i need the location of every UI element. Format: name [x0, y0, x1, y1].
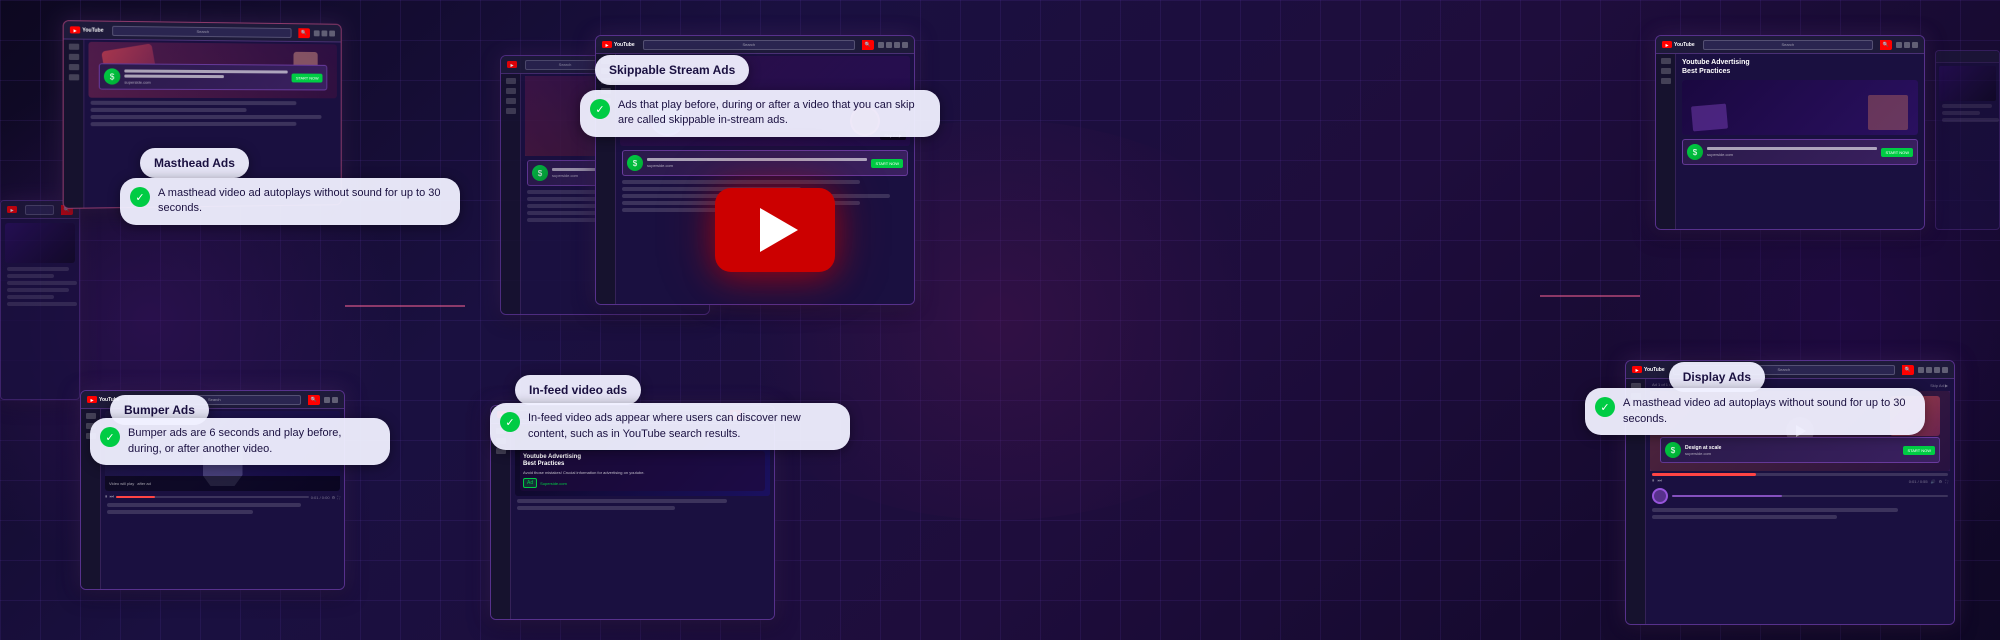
- infeed-title-bubble: In-feed video ads: [515, 375, 641, 405]
- skippable-check-icon: ✓: [590, 99, 610, 119]
- skippable-description: Ads that play before, during or after a …: [618, 98, 926, 129]
- infeed-title: In-feed video ads: [529, 383, 627, 397]
- start-now-btn[interactable]: START NOW: [292, 73, 323, 82]
- skippable-desc-bubble: ✓ Ads that play before, during or after …: [580, 90, 940, 137]
- bumper-check-icon: ✓: [100, 427, 120, 447]
- connect-line-2: [1540, 295, 1640, 297]
- yt-logo-text: YouTube: [82, 27, 103, 33]
- display-desc-bubble: ✓ A masthead video ad autoplays without …: [1585, 388, 1925, 435]
- masthead-check-icon: ✓: [130, 187, 150, 207]
- ytads-title: Youtube AdvertisingBest Practices: [1682, 58, 1918, 76]
- display-check-icon: ✓: [1595, 397, 1615, 417]
- infeed-description: In-feed video ads appear where users can…: [528, 411, 836, 442]
- display-title: Display Ads: [1683, 370, 1751, 384]
- masthead-title: Masthead Ads: [154, 156, 235, 170]
- masthead-description: A masthead video ad autoplays without so…: [158, 186, 446, 217]
- masthead-desc-bubble: ✓ A masthead video ad autoplays without …: [120, 178, 460, 225]
- superside-url: superside.com: [124, 79, 288, 85]
- youtube-play-button[interactable]: [715, 188, 835, 272]
- ad-label: Ad: [523, 478, 537, 488]
- superside-label: Superside.com: [540, 481, 567, 486]
- play-triangle-icon: [760, 208, 798, 252]
- skippable-title: Skippable Stream Ads: [609, 63, 735, 77]
- masthead-title-bubble: Masthead Ads: [140, 148, 249, 178]
- infeed-check-icon: ✓: [500, 412, 520, 432]
- bumper-title: Bumper Ads: [124, 403, 195, 417]
- skip-ad-btn[interactable]: Skip Ad ▶: [1930, 383, 1948, 388]
- bumper-desc-bubble: ✓ Bumper ads are 6 seconds and play befo…: [90, 418, 390, 465]
- screen-far-right: [1935, 50, 2000, 230]
- search-btn[interactable]: 🔍: [298, 28, 310, 38]
- infeed-desc-bubble: ✓ In-feed video ads appear where users c…: [490, 403, 850, 450]
- connect-line-1: [345, 305, 465, 307]
- bumper-description: Bumper ads are 6 seconds and play before…: [128, 426, 376, 457]
- skippable-title-bubble: Skippable Stream Ads: [595, 55, 749, 85]
- screen-ytads: YouTube Search 🔍 Youtube AdvertisingBest…: [1655, 35, 1925, 230]
- screen-far-left: 🔍: [0, 200, 80, 400]
- display-description: A masthead video ad autoplays without so…: [1623, 396, 1911, 427]
